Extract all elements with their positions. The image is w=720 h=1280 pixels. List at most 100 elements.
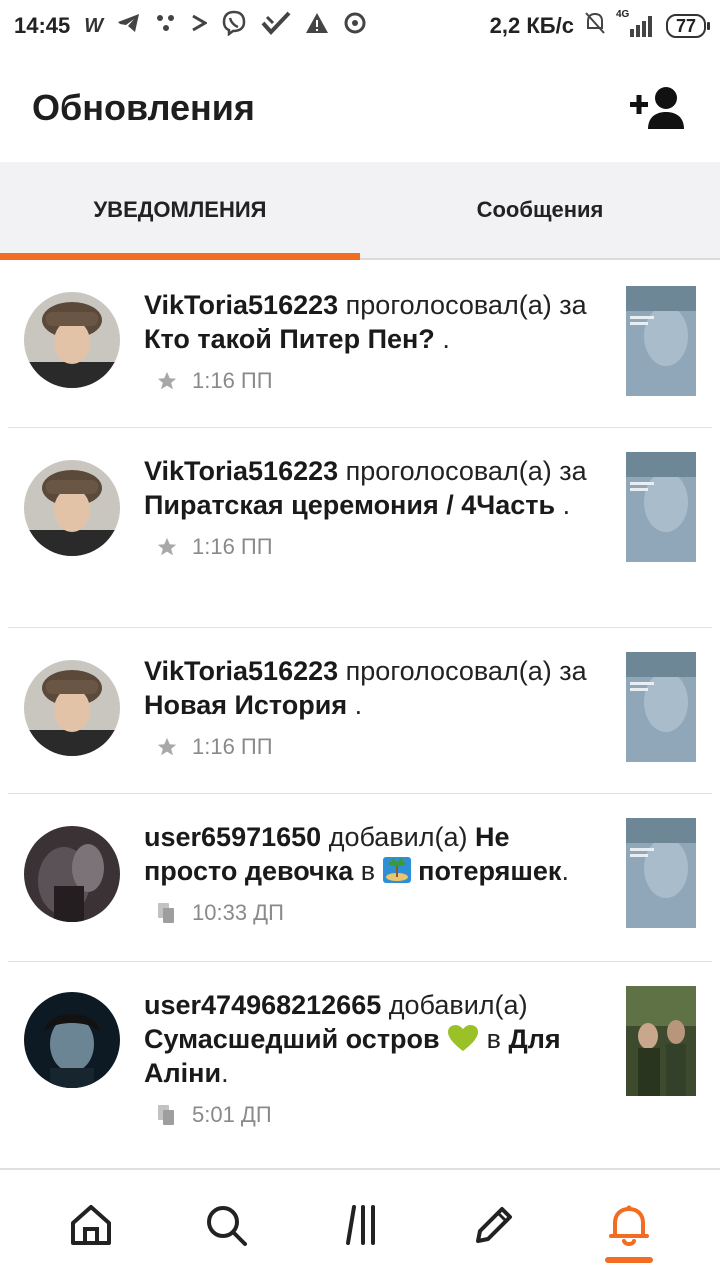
notification-content: VikToria516223 проголосовал(а) за Пиратс… [144, 454, 594, 560]
notification-meta: 10:33 ДП [144, 900, 594, 926]
signal-icon: 4G [616, 9, 656, 39]
action-text: добавил(а) [328, 822, 468, 852]
notification-meta: 1:16 ПП [144, 368, 594, 394]
preposition: за [559, 656, 587, 686]
play-icon [191, 14, 209, 38]
mute-icon [584, 11, 606, 41]
notification-text: VikToria516223 проголосовал(а) за Новая … [144, 654, 594, 722]
battery-indicator: 77 [665, 14, 711, 38]
username[interactable]: VikToria516223 [144, 290, 338, 320]
suffix: . [562, 490, 571, 520]
search-icon [206, 1206, 247, 1246]
notification-content: user474968212665 добавил(а) Сумасшедший … [144, 988, 594, 1128]
w-icon: W [84, 14, 104, 37]
story-cover[interactable] [626, 652, 696, 762]
preposition: за [559, 456, 587, 486]
net-speed: 2,2 КБ/с [489, 13, 574, 38]
nav-notifications-button[interactable] [589, 1185, 669, 1265]
story-cover[interactable] [626, 818, 696, 928]
story-cover[interactable] [626, 986, 696, 1096]
suffix: . [221, 1058, 229, 1088]
story-cover[interactable] [626, 452, 696, 562]
app-header: Обновления [0, 56, 720, 160]
username[interactable]: VikToria516223 [144, 656, 338, 686]
suffix: . [442, 324, 450, 354]
star-icon [156, 736, 178, 758]
story-title[interactable]: Новая История [144, 690, 347, 720]
reading-list-title[interactable]: потеряшек [418, 856, 561, 886]
warning-icon [305, 12, 329, 40]
list-item[interactable]: VikToria516223 проголосовал(а) за Кто та… [8, 262, 712, 428]
add-user-button[interactable] [628, 83, 688, 133]
nav-search-button[interactable] [186, 1185, 266, 1265]
notification-meta: 1:16 ПП [144, 734, 594, 760]
star-icon [156, 536, 178, 558]
disc-icon [343, 11, 367, 41]
notification-list: VikToria516223 проголосовал(а) за Кто та… [0, 262, 720, 1168]
story-title[interactable]: Сумасшедший остров [144, 1024, 440, 1054]
tab-bar: УВЕДОМЛЕНИЯ Сообщения [0, 162, 720, 260]
timestamp: 1:16 ПП [192, 368, 273, 393]
username[interactable]: VikToria516223 [144, 456, 338, 486]
suffix: . [354, 690, 363, 720]
notification-text: user474968212665 добавил(а) Сумасшедший … [144, 988, 594, 1090]
island-emoji-icon [382, 857, 411, 883]
library-icon [345, 1205, 375, 1245]
viber-icon [221, 10, 247, 42]
avatar[interactable] [24, 460, 120, 556]
list-item[interactable]: VikToria516223 проголосовал(а) за Новая … [8, 628, 712, 794]
notification-meta: 5:01 ДП [144, 1102, 594, 1128]
preposition: в [360, 856, 376, 886]
timestamp: 5:01 ДП [192, 1102, 272, 1127]
avatar[interactable] [24, 992, 120, 1088]
notification-content: user65971650 добавил(а) Не просто девочк… [144, 820, 594, 926]
documents-icon [156, 1104, 178, 1126]
list-item[interactable]: user65971650 добавил(а) Не просто девочк… [8, 794, 712, 962]
avatar[interactable] [24, 292, 120, 388]
telegram-icon [117, 12, 141, 40]
notification-meta: 1:16 ПП [144, 534, 594, 560]
bell-icon [608, 1205, 649, 1246]
check-icon [261, 11, 291, 41]
avatar[interactable] [24, 826, 120, 922]
tab-notifications[interactable]: УВЕДОМЛЕНИЯ [0, 162, 360, 260]
bottom-navigation [0, 1168, 720, 1280]
story-cover[interactable] [626, 286, 696, 396]
notification-text: VikToria516223 проголосовал(а) за Пиратс… [144, 454, 594, 522]
add-user-icon [630, 87, 684, 129]
notification-content: VikToria516223 проголосовал(а) за Кто та… [144, 288, 594, 394]
story-title[interactable]: Кто такой Питер Пен? [144, 324, 435, 354]
preposition: за [559, 290, 587, 320]
write-icon [476, 1207, 513, 1243]
nav-home-button[interactable] [51, 1185, 131, 1265]
page-title: Обновления [32, 87, 255, 128]
notification-text: user65971650 добавил(а) Не просто девочк… [144, 820, 594, 888]
nav-write-button[interactable] [454, 1185, 534, 1265]
timestamp: 10:33 ДП [192, 900, 284, 925]
list-item[interactable]: user474968212665 добавил(а) Сумасшедший … [8, 962, 712, 1168]
green-heart-emoji-icon [447, 1024, 479, 1052]
action-text: проголосовал(а) [345, 290, 552, 320]
star-icon [156, 370, 178, 392]
preposition: в [486, 1024, 502, 1054]
action-text: добавил(а) [388, 990, 528, 1020]
notification-content: VikToria516223 проголосовал(а) за Новая … [144, 654, 594, 760]
nav-library-button[interactable] [320, 1185, 400, 1265]
username[interactable]: user65971650 [144, 822, 321, 852]
home-icon [71, 1205, 112, 1245]
tab-messages[interactable]: Сообщения [360, 162, 720, 258]
dots-icon [155, 12, 177, 40]
avatar[interactable] [24, 660, 120, 756]
action-text: проголосовал(а) [345, 456, 552, 486]
story-title[interactable]: Пиратская церемония / 4Часть [144, 490, 555, 520]
status-notification-icons: W [84, 10, 367, 42]
notification-text: VikToria516223 проголосовал(а) за Кто та… [144, 288, 594, 356]
action-text: проголосовал(а) [345, 656, 552, 686]
list-item[interactable]: VikToria516223 проголосовал(а) за Пиратс… [8, 428, 712, 628]
status-time: 14:45 [14, 13, 71, 38]
username[interactable]: user474968212665 [144, 990, 381, 1020]
documents-icon [156, 902, 178, 924]
timestamp: 1:16 ПП [192, 534, 273, 559]
status-bar: 14:45 W 2,2 КБ/с 4G 77 [0, 0, 720, 52]
status-right: 2,2 КБ/с 4G 77 [489, 9, 711, 41]
